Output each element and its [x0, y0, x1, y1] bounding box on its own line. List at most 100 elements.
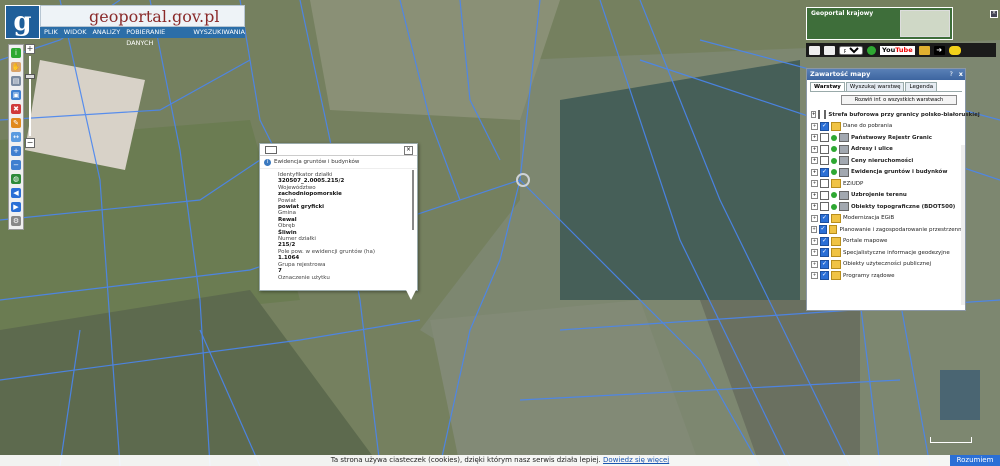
layer-checkbox[interactable]: [820, 144, 829, 154]
layer-checkbox[interactable]: ✓: [820, 248, 829, 258]
layer-checkbox[interactable]: [820, 202, 829, 212]
layer-checkbox[interactable]: [820, 179, 829, 189]
layer-row[interactable]: + ✓ Portale mapowe: [807, 236, 965, 248]
menu-plik[interactable]: PLIK: [44, 27, 58, 38]
expand-icon[interactable]: +: [811, 226, 818, 234]
layer-checkbox[interactable]: [820, 156, 829, 166]
arrow-icon[interactable]: ➜: [933, 45, 945, 55]
back-icon[interactable]: ◀: [11, 188, 21, 198]
layer-row[interactable]: + ✓ Modernizacja EGiB: [807, 213, 965, 225]
zoom-slider[interactable]: + −: [25, 44, 35, 148]
expand-icon[interactable]: +: [811, 145, 818, 153]
layer-checkbox[interactable]: [820, 190, 829, 200]
popup-collapse-icon[interactable]: [265, 146, 277, 154]
expand-icon[interactable]: +: [811, 134, 818, 142]
expand-icon[interactable]: +: [811, 111, 817, 119]
zoom-knob[interactable]: [25, 74, 35, 79]
layer-row[interactable]: + Adresy i ulice: [807, 144, 965, 156]
layer-row[interactable]: + ✓ Programy rządowe: [807, 270, 965, 282]
expand-icon[interactable]: +: [811, 237, 818, 245]
geoportal-logo[interactable]: g: [5, 5, 40, 39]
layer-row[interactable]: + ✓ Planowanie i zagospodarowanie przestrz…: [807, 224, 965, 236]
layer-checkbox[interactable]: ✓: [820, 236, 829, 246]
draw-icon[interactable]: ✎: [11, 118, 21, 128]
clear-icon[interactable]: ✖: [11, 104, 21, 114]
measure-icon[interactable]: ↔: [11, 132, 21, 142]
popup-close-icon[interactable]: ×: [404, 146, 413, 155]
layer-row[interactable]: + Państwowy Rejestr Granic: [807, 132, 965, 144]
layer-row[interactable]: + ✓ Specjalistyczne informacje geodezyjne: [807, 247, 965, 259]
zoom-in-icon[interactable]: +: [11, 146, 21, 156]
menu-widok[interactable]: WIDOK: [64, 27, 87, 38]
layer-checkbox[interactable]: ✓: [820, 271, 829, 281]
main-menu: PLIK WIDOK ANALIZY POBIERANIE DANYCH WYS…: [40, 27, 245, 47]
menu-wyszukiwania[interactable]: WYSZUKIWANIA: [193, 27, 245, 38]
layer-checkbox[interactable]: ✓: [820, 167, 829, 177]
expand-icon[interactable]: +: [811, 191, 818, 199]
select-icon[interactable]: ▣: [11, 90, 21, 100]
panel-close-icon[interactable]: x: [959, 69, 963, 80]
layer-row[interactable]: + EZiUDP: [807, 178, 965, 190]
expand-icon[interactable]: +: [811, 214, 818, 222]
layer-checkbox[interactable]: ✓: [819, 225, 827, 235]
expand-icon[interactable]: +: [811, 180, 818, 188]
layer-checkbox[interactable]: [818, 110, 821, 120]
layers-icon[interactable]: ▤: [11, 76, 21, 86]
help-icon[interactable]: [867, 45, 876, 55]
popup-scrollbar[interactable]: [412, 170, 414, 230]
panel-help-icon[interactable]: ?: [950, 69, 953, 80]
layer-label: Dane do pobrania: [843, 123, 893, 130]
layer-checkbox[interactable]: [820, 133, 829, 143]
menu-pobieranie-danych[interactable]: POBIERANIE DANYCH: [126, 27, 187, 47]
layer-checkbox[interactable]: ✓: [820, 213, 829, 223]
tab-wyszukaj-warstwe[interactable]: Wyszukaj warstwę: [845, 82, 905, 91]
layer-label: Ewidencja gruntów i budynków: [851, 169, 948, 176]
zoom-plus-icon[interactable]: +: [25, 44, 35, 54]
layer-row[interactable]: + ✓ Dane do pobrania: [807, 121, 965, 133]
forward-icon[interactable]: ▶: [11, 202, 21, 212]
expand-icon[interactable]: +: [811, 122, 818, 130]
zoom-minus-icon[interactable]: −: [25, 138, 35, 148]
layer-type-icon: [839, 133, 849, 143]
cookie-accept-button[interactable]: Rozumiem: [950, 455, 1000, 466]
layer-row[interactable]: + Strefa buforowa przy granicy polsko-bia…: [807, 109, 980, 121]
expand-icon[interactable]: +: [811, 203, 818, 211]
layer-label: Specjalistyczne informacje geodezyjne: [843, 249, 950, 256]
flag-icon[interactable]: [824, 45, 835, 55]
layer-row[interactable]: + Obiekty topograficzne (BDOT500): [807, 201, 965, 213]
cookie-learn-more-link[interactable]: Dowiedz się więcej: [603, 456, 669, 464]
youtube-button[interactable]: YouTube: [880, 45, 915, 55]
layer-row[interactable]: + Uzbrojenie terenu: [807, 190, 965, 202]
layer-checkbox[interactable]: ✓: [820, 259, 829, 269]
expand-icon[interactable]: +: [811, 272, 818, 280]
overview-map-thumbnail[interactable]: [900, 10, 950, 37]
geoportal-krajowy-box[interactable]: Geoportal krajowy: [806, 7, 953, 40]
star-icon[interactable]: [918, 45, 930, 55]
close-icon[interactable]: ×: [990, 10, 998, 18]
expand-icon[interactable]: +: [811, 168, 818, 176]
layer-row[interactable]: + Ceny nieruchomości: [807, 155, 965, 167]
tab-warstwy[interactable]: Warstwy: [810, 82, 845, 91]
layer-row[interactable]: + ✓ Ewidencja gruntów i budynków: [807, 167, 965, 179]
panel-scrollbar[interactable]: [961, 145, 965, 305]
layer-label: EZiUDP: [843, 180, 864, 187]
globe-icon[interactable]: ◍: [11, 174, 21, 184]
layer-type-icon: [839, 202, 849, 212]
tab-legenda[interactable]: Legenda: [905, 82, 938, 91]
menu-analizy[interactable]: ANALIZY: [92, 27, 120, 38]
folder-icon: [831, 248, 841, 258]
language-select[interactable]: pol: [839, 45, 863, 55]
expand-icon[interactable]: +: [811, 260, 818, 268]
print-icon[interactable]: [809, 45, 820, 55]
expand-icon[interactable]: +: [811, 157, 818, 165]
settings-icon[interactable]: ⚙: [11, 216, 21, 226]
expand-all-layers-button[interactable]: Rozwiń inf. o wszystkich warstwach: [841, 95, 957, 105]
layer-row[interactable]: + ✓ Obiekty użyteczności publicznej: [807, 259, 965, 271]
layer-label: Ceny nieruchomości: [851, 157, 914, 164]
pan-hand-icon[interactable]: ✋: [11, 62, 21, 72]
info-icon[interactable]: i: [11, 48, 21, 58]
eye-icon[interactable]: [948, 45, 961, 55]
layer-checkbox[interactable]: ✓: [820, 121, 829, 131]
zoom-out-icon[interactable]: −: [11, 160, 21, 170]
expand-icon[interactable]: +: [811, 249, 818, 257]
